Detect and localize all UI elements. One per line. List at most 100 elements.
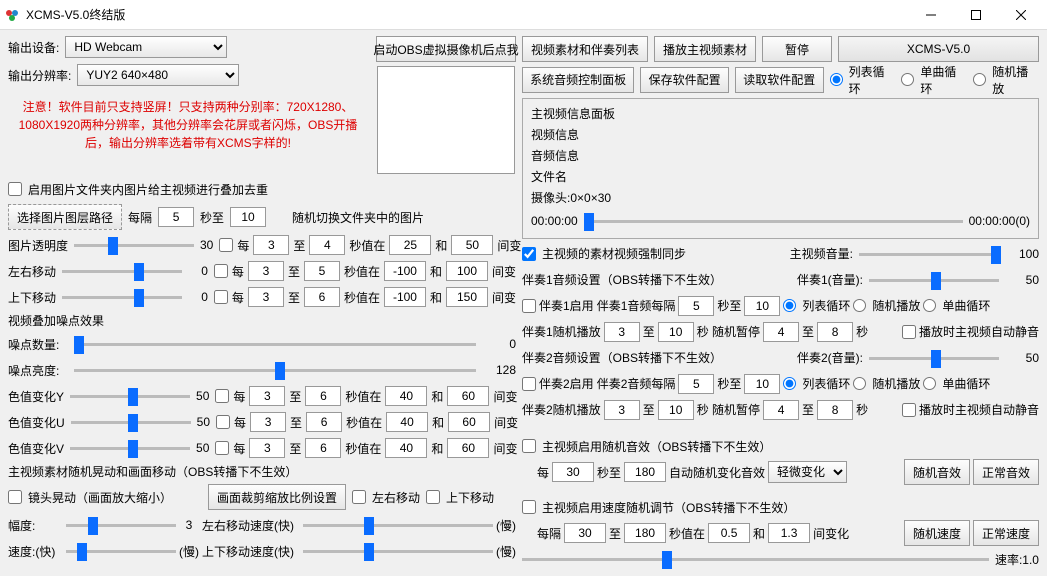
start-obs-button[interactable]: 启动OBS虚拟摄像机后点我 — [376, 36, 516, 62]
acc2-ra[interactable] — [604, 400, 640, 420]
lrmove-every-checkbox[interactable] — [214, 264, 228, 278]
load-config-button[interactable]: 读取软件配置 — [735, 67, 824, 93]
acc1-vol-slider[interactable] — [869, 271, 999, 289]
colv-ev-lo[interactable] — [385, 438, 427, 458]
rate-slider[interactable] — [522, 550, 989, 568]
colv-ev-b[interactable] — [305, 438, 341, 458]
out-device-select[interactable]: HD Webcam — [65, 36, 227, 58]
sfx-a[interactable] — [552, 462, 594, 482]
save-config-button[interactable]: 保存软件配置 — [640, 67, 729, 93]
lr-ev-a[interactable] — [248, 261, 284, 281]
opacity-ev-hi[interactable] — [451, 235, 493, 255]
sfx-level-select[interactable]: 轻微变化 — [768, 461, 847, 483]
colu-ev-lo[interactable] — [386, 412, 428, 432]
colu-slider[interactable] — [71, 413, 191, 431]
lr-move-slider[interactable] — [62, 262, 182, 280]
acc1-r2[interactable] — [853, 299, 866, 312]
ud-ev-b[interactable] — [304, 287, 340, 307]
spd-vb[interactable] — [768, 523, 810, 543]
main-vol-slider[interactable] — [859, 245, 999, 263]
acc2-r2[interactable] — [853, 377, 866, 390]
pick-image-path-button[interactable]: 选择图片图层路径 — [8, 204, 122, 230]
img-opacity-slider[interactable] — [74, 236, 194, 254]
speed-enable-checkbox[interactable] — [522, 500, 536, 514]
opacity-ev-lo[interactable] — [389, 235, 431, 255]
sfx-b[interactable] — [624, 462, 666, 482]
progress-slider[interactable] — [584, 212, 963, 230]
speed-random-button[interactable]: 随机速度 — [904, 520, 970, 546]
ud-speed-slider[interactable] — [303, 542, 493, 560]
coly-ev-hi[interactable] — [447, 386, 489, 406]
colv-slider[interactable] — [70, 439, 190, 457]
ud-ev-a[interactable] — [248, 287, 284, 307]
ud-ev-hi[interactable] — [446, 287, 488, 307]
noise-bright-slider[interactable] — [74, 361, 476, 379]
interval-b-input[interactable] — [230, 207, 266, 227]
colu-ev-a[interactable] — [250, 412, 286, 432]
lr-ev-hi[interactable] — [446, 261, 488, 281]
acc2-automute-checkbox[interactable] — [902, 403, 916, 417]
colv-ev-a[interactable] — [249, 438, 285, 458]
colv-ev-hi[interactable] — [447, 438, 489, 458]
acc2-rb[interactable] — [658, 400, 694, 420]
udmove-every-checkbox[interactable] — [214, 290, 228, 304]
interval-a-input[interactable] — [158, 207, 194, 227]
audio-panel-button[interactable]: 系统音频控制面板 — [522, 67, 634, 93]
spd-va[interactable] — [708, 523, 750, 543]
acc2-a[interactable] — [678, 374, 714, 394]
lr-speed-slider[interactable] — [303, 516, 493, 534]
sfx-enable-checkbox[interactable] — [522, 439, 536, 453]
acc2-r1[interactable] — [783, 377, 796, 390]
acc1-ra[interactable] — [604, 322, 640, 342]
acc1-a[interactable] — [678, 296, 714, 316]
acc1-rb[interactable] — [658, 322, 694, 342]
overlay-enable-checkbox[interactable] — [8, 182, 22, 196]
lens-jitter-checkbox[interactable] — [8, 490, 22, 504]
coly-slider[interactable] — [70, 387, 190, 405]
loop-single-radio[interactable] — [901, 73, 914, 86]
sfx-normal-button[interactable]: 正常音效 — [973, 459, 1039, 485]
amp-slider[interactable] — [66, 516, 176, 534]
lr-ev-lo[interactable] — [384, 261, 426, 281]
udmove-checkbox2[interactable] — [426, 490, 440, 504]
acc2-enable-checkbox[interactable] — [522, 377, 536, 391]
acc2-vol-slider[interactable] — [869, 349, 999, 367]
pause-button[interactable]: 暂停 — [762, 36, 832, 62]
coly-ev-b[interactable] — [305, 386, 341, 406]
close-button[interactable] — [998, 0, 1043, 30]
ud-ev-lo[interactable] — [384, 287, 426, 307]
speed-normal-button[interactable]: 正常速度 — [973, 520, 1039, 546]
opacity-ev-b[interactable] — [309, 235, 345, 255]
lrmove-checkbox2[interactable] — [352, 490, 366, 504]
speed-slider[interactable] — [66, 542, 176, 560]
acc2-r3[interactable] — [923, 377, 936, 390]
loop-random-radio[interactable] — [973, 73, 986, 86]
acc1-enable-checkbox[interactable] — [522, 299, 536, 313]
acc1-b[interactable] — [744, 296, 780, 316]
lr-ev-b[interactable] — [304, 261, 340, 281]
brand-button[interactable]: XCMS-V5.0 — [838, 36, 1039, 62]
acc1-pb[interactable] — [817, 322, 853, 342]
minimize-button[interactable] — [908, 0, 953, 30]
colu-every-checkbox[interactable] — [216, 415, 230, 429]
spd-b[interactable] — [624, 523, 666, 543]
acc2-pb[interactable] — [817, 400, 853, 420]
play-main-button[interactable]: 播放主视频素材 — [654, 36, 756, 62]
acc1-r1[interactable] — [783, 299, 796, 312]
opacity-ev-a[interactable] — [253, 235, 289, 255]
media-list-button[interactable]: 视频素材和伴奏列表 — [522, 36, 648, 62]
force-sync-checkbox[interactable] — [522, 247, 536, 261]
colu-ev-b[interactable] — [306, 412, 342, 432]
colv-every-checkbox[interactable] — [215, 441, 229, 455]
loop-list-radio[interactable] — [830, 73, 843, 86]
acc1-r3[interactable] — [923, 299, 936, 312]
coly-every-checkbox[interactable] — [215, 389, 229, 403]
maximize-button[interactable] — [953, 0, 998, 30]
ud-move-slider[interactable] — [62, 288, 182, 306]
coly-ev-lo[interactable] — [385, 386, 427, 406]
out-res-select[interactable]: YUY2 640×480 — [77, 64, 239, 86]
acc1-automute-checkbox[interactable] — [902, 325, 916, 339]
acc2-pa[interactable] — [763, 400, 799, 420]
colu-ev-hi[interactable] — [448, 412, 490, 432]
sfx-random-button[interactable]: 随机音效 — [904, 459, 970, 485]
